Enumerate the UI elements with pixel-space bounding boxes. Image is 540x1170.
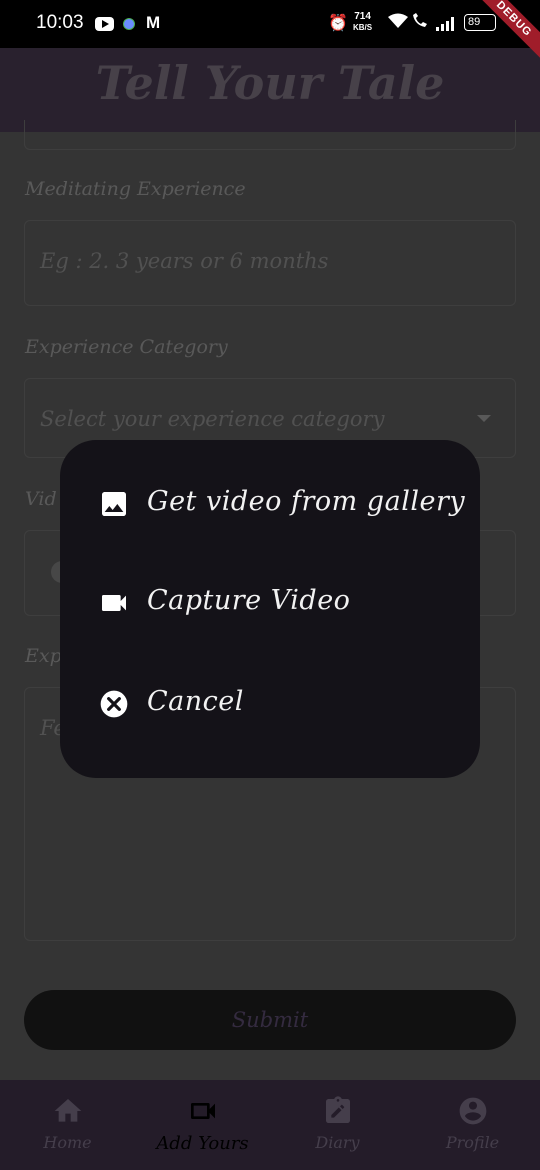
wifi-calling-icon — [411, 13, 429, 33]
gallery-option-label: Get video from gallery — [147, 486, 466, 517]
net-speed-value: 714 — [354, 11, 371, 22]
gmail-icon: M — [146, 13, 161, 32]
cancel-option-label: Cancel — [147, 686, 244, 717]
net-speed-unit: KB/S — [353, 23, 373, 32]
gallery-option[interactable]: Get video from gallery — [60, 464, 480, 544]
app-notification-icon — [124, 19, 134, 29]
wifi-icon — [388, 13, 408, 33]
cancel-option[interactable]: Cancel — [60, 664, 480, 744]
status-time: 10:03 — [36, 12, 84, 33]
cancel-circle-icon — [100, 690, 128, 718]
signal-icon — [436, 17, 454, 31]
image-icon — [102, 492, 126, 516]
capture-video-option[interactable]: Capture Video — [60, 563, 480, 643]
capture-video-option-label: Capture Video — [147, 585, 351, 616]
status-bar: 10:03 M ⏰ 714 KB/S 89 — [0, 0, 540, 48]
alarm-icon: ⏰ — [328, 15, 348, 32]
videocam-icon — [102, 595, 126, 611]
battery-indicator: 89 — [464, 14, 496, 31]
net-speed: 714 KB/S — [353, 11, 372, 33]
video-source-dialog: Get video from gallery Capture Video Can… — [60, 440, 480, 778]
youtube-icon — [95, 17, 114, 31]
